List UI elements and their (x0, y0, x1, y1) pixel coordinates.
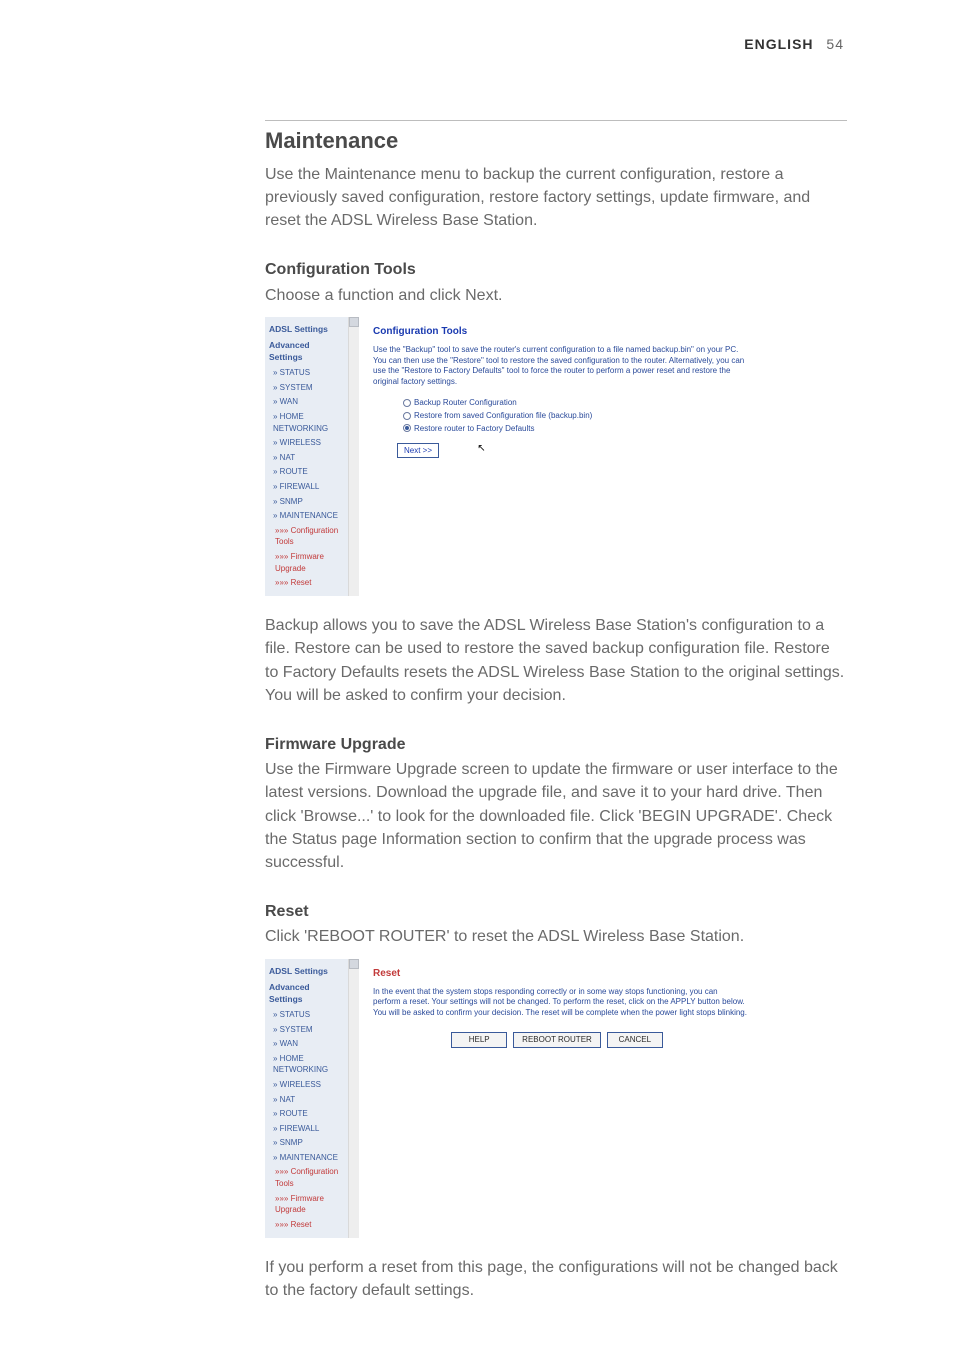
page: ENGLISH 54 Maintenance Use the Maintenan… (0, 0, 954, 1352)
sidebar-item[interactable]: » STATUS (269, 1007, 344, 1022)
radio-dot-icon (405, 426, 409, 430)
sidebar-item[interactable]: » HOME NETWORKING (269, 1051, 344, 1077)
help-button[interactable]: HELP (451, 1032, 507, 1048)
router-sidebar: ADSL Settings Advanced Settings » STATUS… (265, 317, 348, 596)
sidebar-subitem[interactable]: »»» Reset (269, 576, 344, 591)
scrollbar[interactable] (348, 959, 359, 1238)
sidebar-subitem[interactable]: »»» Firmware Upgrade (269, 549, 344, 575)
maintenance-intro: Use the Maintenance menu to backup the c… (265, 163, 847, 233)
backup-paragraph: Backup allows you to save the ADSL Wirel… (265, 614, 847, 707)
sidebar-heading-advanced: Advanced Settings (269, 337, 344, 366)
config-tools-heading: Configuration Tools (265, 258, 847, 281)
sidebar-heading-advanced: Advanced Settings (269, 979, 344, 1008)
sidebar-subitem[interactable]: »»» Configuration Tools (269, 523, 344, 549)
sidebar-item[interactable]: » FIREWALL (269, 480, 344, 495)
panel-description: Use the "Backup" tool to save the router… (373, 345, 747, 387)
sidebar-item[interactable]: » MAINTENANCE (269, 509, 344, 524)
sidebar-item[interactable]: » ROUTE (269, 1107, 344, 1122)
sidebar-subitem[interactable]: »»» Configuration Tools (269, 1165, 344, 1191)
screenshot-config-tools: ADSL Settings Advanced Settings » STATUS… (265, 317, 761, 596)
firmware-heading: Firmware Upgrade (265, 733, 847, 756)
radio-restore-file[interactable]: Restore from saved Configuration file (b… (403, 409, 747, 422)
sidebar-item[interactable]: » FIREWALL (269, 1121, 344, 1136)
sidebar-column: ADSL Settings Advanced Settings » STATUS… (265, 317, 359, 596)
reset-heading: Reset (265, 900, 847, 923)
header-language: ENGLISH (744, 36, 813, 52)
router-sidebar: ADSL Settings Advanced Settings » STATUS… (265, 959, 348, 1238)
sidebar-item[interactable]: » ROUTE (269, 465, 344, 480)
sidebar-item[interactable]: » SNMP (269, 494, 344, 509)
reset-paragraph: Click 'REBOOT ROUTER' to reset the ADSL … (265, 925, 847, 948)
sidebar-item[interactable]: » STATUS (269, 366, 344, 381)
reboot-router-button[interactable]: REBOOT ROUTER (513, 1032, 601, 1048)
panel-title: Configuration Tools (373, 325, 747, 340)
sidebar-item[interactable]: » NAT (269, 450, 344, 465)
final-paragraph: If you perform a reset from this page, t… (265, 1256, 847, 1302)
sidebar-item[interactable]: » WIRELESS (269, 436, 344, 451)
radio-icon (403, 412, 411, 420)
cursor-icon: ↖ (477, 442, 485, 457)
scroll-track[interactable] (349, 969, 359, 1238)
scroll-up-icon[interactable] (349, 959, 359, 969)
radio-backup[interactable]: Backup Router Configuration (403, 397, 747, 410)
scroll-track[interactable] (349, 327, 359, 596)
panel-title: Reset (373, 967, 747, 982)
sidebar-item[interactable]: » WIRELESS (269, 1077, 344, 1092)
sidebar-item[interactable]: » SNMP (269, 1136, 344, 1151)
sidebar-column: ADSL Settings Advanced Settings » STATUS… (265, 959, 359, 1238)
sidebar-item[interactable]: » MAINTENANCE (269, 1150, 344, 1165)
sidebar-item[interactable]: » WAN (269, 1037, 344, 1052)
screenshot-reset: ADSL Settings Advanced Settings » STATUS… (265, 959, 761, 1238)
radio-icon (403, 424, 411, 432)
config-tools-text: Choose a function and click Next. (265, 284, 847, 307)
next-button[interactable]: Next >> (397, 443, 439, 459)
sidebar-heading-adsl: ADSL Settings (269, 963, 344, 979)
sidebar-subitem[interactable]: »»» Firmware Upgrade (269, 1191, 344, 1217)
sidebar-item[interactable]: » SYSTEM (269, 380, 344, 395)
button-row: HELP REBOOT ROUTER CANCEL (373, 1032, 747, 1048)
sidebar-item[interactable]: » HOME NETWORKING (269, 410, 344, 436)
scroll-up-icon[interactable] (349, 317, 359, 327)
firmware-paragraph: Use the Firmware Upgrade screen to updat… (265, 758, 847, 874)
cancel-button[interactable]: CANCEL (607, 1032, 663, 1048)
radio-label: Restore from saved Configuration file (b… (414, 410, 592, 422)
maintenance-heading: Maintenance (265, 125, 847, 157)
sidebar-item[interactable]: » NAT (269, 1092, 344, 1107)
page-header: ENGLISH 54 (744, 36, 844, 52)
radio-icon (403, 399, 411, 407)
content-column: Maintenance Use the Maintenance menu to … (265, 120, 847, 1314)
config-tools-panel: Configuration Tools Use the "Backup" too… (359, 317, 761, 596)
scrollbar[interactable] (348, 317, 359, 596)
radio-label: Restore router to Factory Defaults (414, 423, 535, 435)
page-number: 54 (826, 36, 844, 52)
radio-group: Backup Router Configuration Restore from… (373, 397, 747, 435)
radio-factory-defaults[interactable]: Restore router to Factory Defaults (403, 422, 747, 435)
sidebar-item[interactable]: » WAN (269, 395, 344, 410)
sidebar-item[interactable]: » SYSTEM (269, 1022, 344, 1037)
radio-label: Backup Router Configuration (414, 397, 517, 409)
sidebar-subitem[interactable]: »»» Reset (269, 1217, 344, 1232)
horizontal-rule (265, 120, 847, 121)
sidebar-heading-adsl: ADSL Settings (269, 321, 344, 337)
reset-panel: Reset In the event that the system stops… (359, 959, 761, 1238)
panel-description: In the event that the system stops respo… (373, 987, 747, 1018)
